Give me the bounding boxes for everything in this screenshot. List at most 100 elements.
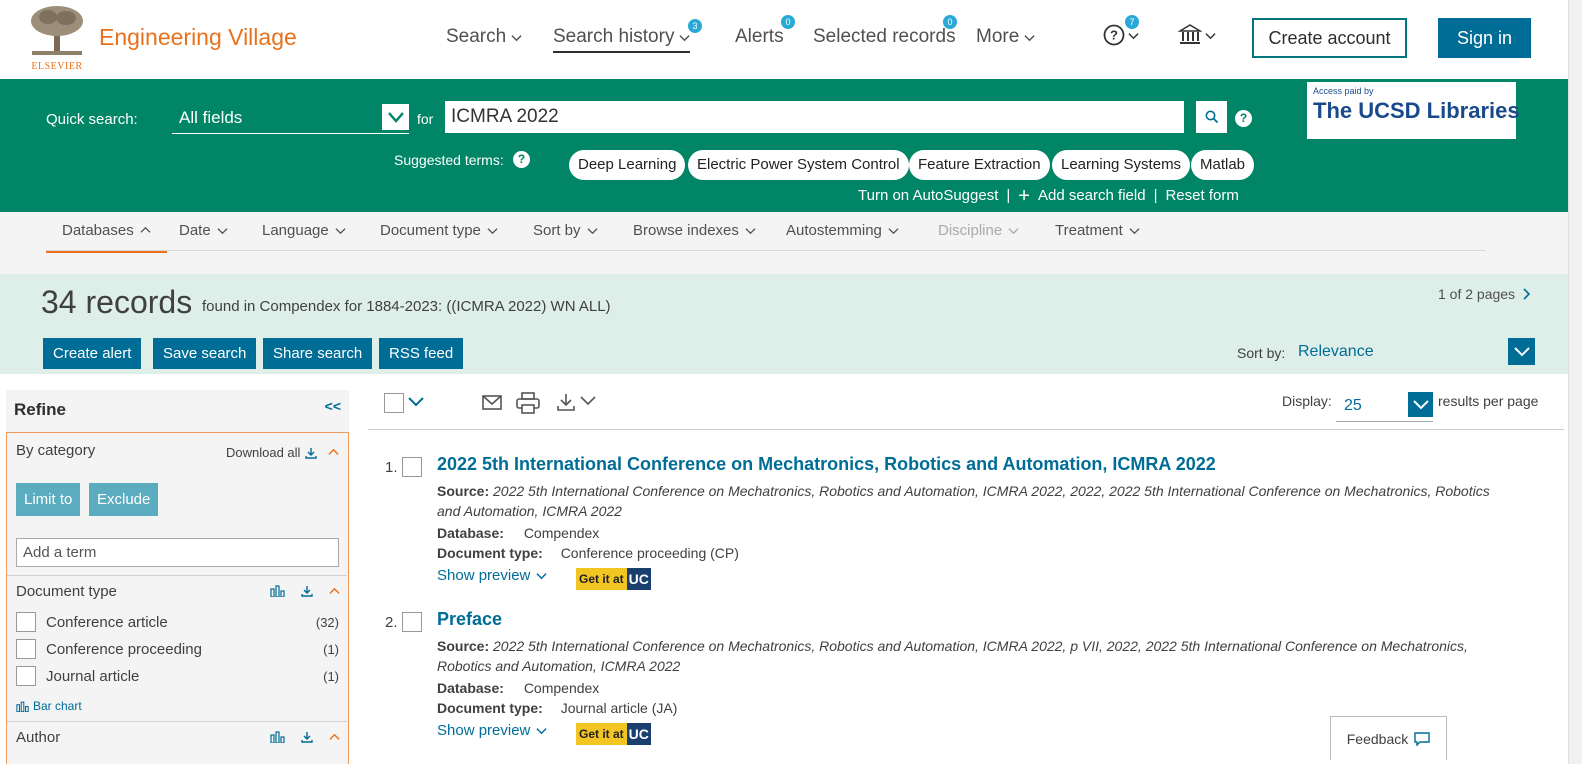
- chevron-up-icon[interactable]: [328, 447, 340, 458]
- refine-title: Refine: [14, 400, 66, 419]
- facet-checkbox[interactable]: [16, 612, 36, 632]
- suggested-term-chip[interactable]: Matlab: [1191, 150, 1255, 180]
- tab-date[interactable]: Date: [179, 222, 228, 239]
- page-scrollbar[interactable]: [1568, 0, 1582, 764]
- bar-chart-link[interactable]: Bar chart: [16, 699, 82, 713]
- nav-more[interactable]: More: [976, 26, 1035, 48]
- display-label: Display:: [1282, 393, 1332, 409]
- tab-document-type[interactable]: Document type: [380, 222, 498, 239]
- facet-option[interactable]: Conference article (32): [16, 612, 339, 632]
- suggested-term-chip[interactable]: Deep Learning: [569, 150, 686, 180]
- result-checkbox[interactable]: [402, 457, 422, 477]
- facet-checkbox[interactable]: [16, 639, 36, 659]
- nav-alerts[interactable]: Alerts: [735, 26, 784, 48]
- refine-panel: Refine << By category Download all Limit…: [6, 390, 349, 764]
- database-value: Compendex: [523, 525, 600, 541]
- rss-feed-button[interactable]: RSS feed: [379, 338, 464, 369]
- suggested-term-chip[interactable]: Learning Systems: [1052, 150, 1191, 180]
- database-label: Database:: [437, 680, 504, 696]
- chevron-down-icon: [1008, 228, 1019, 235]
- sign-in-button[interactable]: Sign in: [1438, 18, 1531, 58]
- feedback-button[interactable]: Feedback: [1330, 716, 1447, 760]
- document-type-facet-tools: [270, 585, 340, 597]
- document-type-label: Document type:: [437, 545, 543, 561]
- download-icon[interactable]: [556, 392, 576, 412]
- get-it-at-uc-button[interactable]: Get it at UC: [576, 723, 651, 745]
- results-per-page-select[interactable]: 25: [1336, 390, 1433, 422]
- facet-option[interactable]: Conference proceeding (1): [16, 639, 339, 659]
- add-search-field-link[interactable]: Add search field: [1038, 187, 1146, 204]
- tab-autostemming[interactable]: Autostemming: [786, 222, 899, 239]
- nav-search-history[interactable]: Search history: [553, 26, 691, 53]
- search-input[interactable]: [445, 101, 1184, 133]
- bar-chart-icon[interactable]: [270, 731, 285, 743]
- brand-name[interactable]: Engineering Village: [99, 24, 297, 51]
- get-it-at-uc-button[interactable]: Get it at UC: [576, 568, 651, 590]
- create-alert-button[interactable]: Create alert: [43, 338, 142, 369]
- tab-label: Document type: [380, 222, 481, 239]
- sort-dropdown-toggle[interactable]: [1508, 338, 1535, 365]
- separator: |: [1006, 187, 1011, 204]
- dropdown-toggle[interactable]: [1408, 392, 1433, 417]
- share-search-button[interactable]: Share search: [263, 338, 373, 369]
- nav-search[interactable]: Search: [446, 26, 522, 48]
- exclude-button[interactable]: Exclude: [89, 483, 159, 516]
- tab-databases[interactable]: Databases: [46, 222, 167, 253]
- result-title[interactable]: 2022 5th International Conference on Mec…: [437, 454, 1216, 475]
- chevron-down-icon: [1205, 32, 1216, 39]
- result-checkbox[interactable]: [402, 612, 422, 632]
- add-term-input[interactable]: [16, 538, 339, 567]
- facet-option[interactable]: Journal article (1): [16, 666, 339, 686]
- nav-selected-records[interactable]: Selected records: [813, 26, 956, 48]
- tab-sort-by[interactable]: Sort by: [533, 222, 598, 239]
- autosuggest-link[interactable]: Turn on AutoSuggest: [858, 187, 998, 204]
- tab-browse-indexes[interactable]: Browse indexes: [633, 222, 756, 239]
- bar-chart-icon: [16, 701, 29, 712]
- download-icon[interactable]: [301, 585, 313, 597]
- dropdown-toggle[interactable]: [382, 104, 409, 130]
- elsevier-logo[interactable]: ELSEVIER: [26, 5, 88, 72]
- institution-menu[interactable]: [1178, 24, 1216, 46]
- chevron-down-icon: [511, 34, 522, 41]
- result-title[interactable]: Preface: [437, 609, 502, 630]
- limit-to-button[interactable]: Limit to: [16, 483, 81, 516]
- show-preview-link[interactable]: Show preview: [437, 567, 547, 584]
- email-icon[interactable]: [481, 392, 503, 412]
- chevron-up-icon[interactable]: [329, 732, 340, 743]
- chevron-down-icon: [217, 228, 228, 235]
- select-all-checkbox[interactable]: [384, 393, 404, 413]
- pagination[interactable]: 1 of 2 pages: [1438, 286, 1531, 302]
- search-field-select[interactable]: All fields: [172, 102, 409, 134]
- suggested-term-chip[interactable]: Electric Power System Control: [688, 150, 909, 180]
- bar-chart-icon[interactable]: [270, 585, 285, 597]
- tree-icon: [31, 6, 83, 55]
- show-preview-link[interactable]: Show preview: [437, 722, 547, 739]
- suggested-term-chip[interactable]: Feature Extraction: [909, 150, 1050, 180]
- help-badge: 7: [1125, 15, 1139, 29]
- collapse-refine-link[interactable]: <<: [325, 398, 341, 414]
- search-help-icon[interactable]: ?: [1235, 110, 1252, 127]
- create-account-button[interactable]: Create account: [1252, 18, 1407, 58]
- search-icon: [1205, 110, 1218, 124]
- download-all-link[interactable]: Download all: [226, 445, 340, 460]
- save-search-button[interactable]: Save search: [153, 338, 257, 369]
- result-number: 1.: [385, 459, 398, 476]
- chevron-up-icon[interactable]: [329, 586, 340, 597]
- tab-treatment[interactable]: Treatment: [1055, 222, 1140, 239]
- plus-icon: +: [1018, 184, 1030, 207]
- download-icon[interactable]: [301, 731, 313, 743]
- search-button[interactable]: [1196, 101, 1227, 133]
- reset-form-link[interactable]: Reset form: [1165, 187, 1238, 204]
- chevron-down-icon[interactable]: [407, 396, 425, 408]
- facet-count: (1): [323, 668, 339, 684]
- sort-by-value[interactable]: Relevance: [1298, 343, 1374, 361]
- facet-checkbox[interactable]: [16, 666, 36, 686]
- page-indicator: 1 of 2 pages: [1438, 286, 1516, 302]
- document-type-label: Document type:: [437, 700, 543, 716]
- suggested-help-icon[interactable]: ?: [513, 151, 530, 168]
- result-document-type: Document type: Journal article (JA): [437, 700, 677, 716]
- database-label: Database:: [437, 525, 504, 541]
- tab-language[interactable]: Language: [262, 222, 346, 239]
- print-icon[interactable]: [515, 392, 541, 414]
- chevron-down-icon[interactable]: [580, 396, 596, 406]
